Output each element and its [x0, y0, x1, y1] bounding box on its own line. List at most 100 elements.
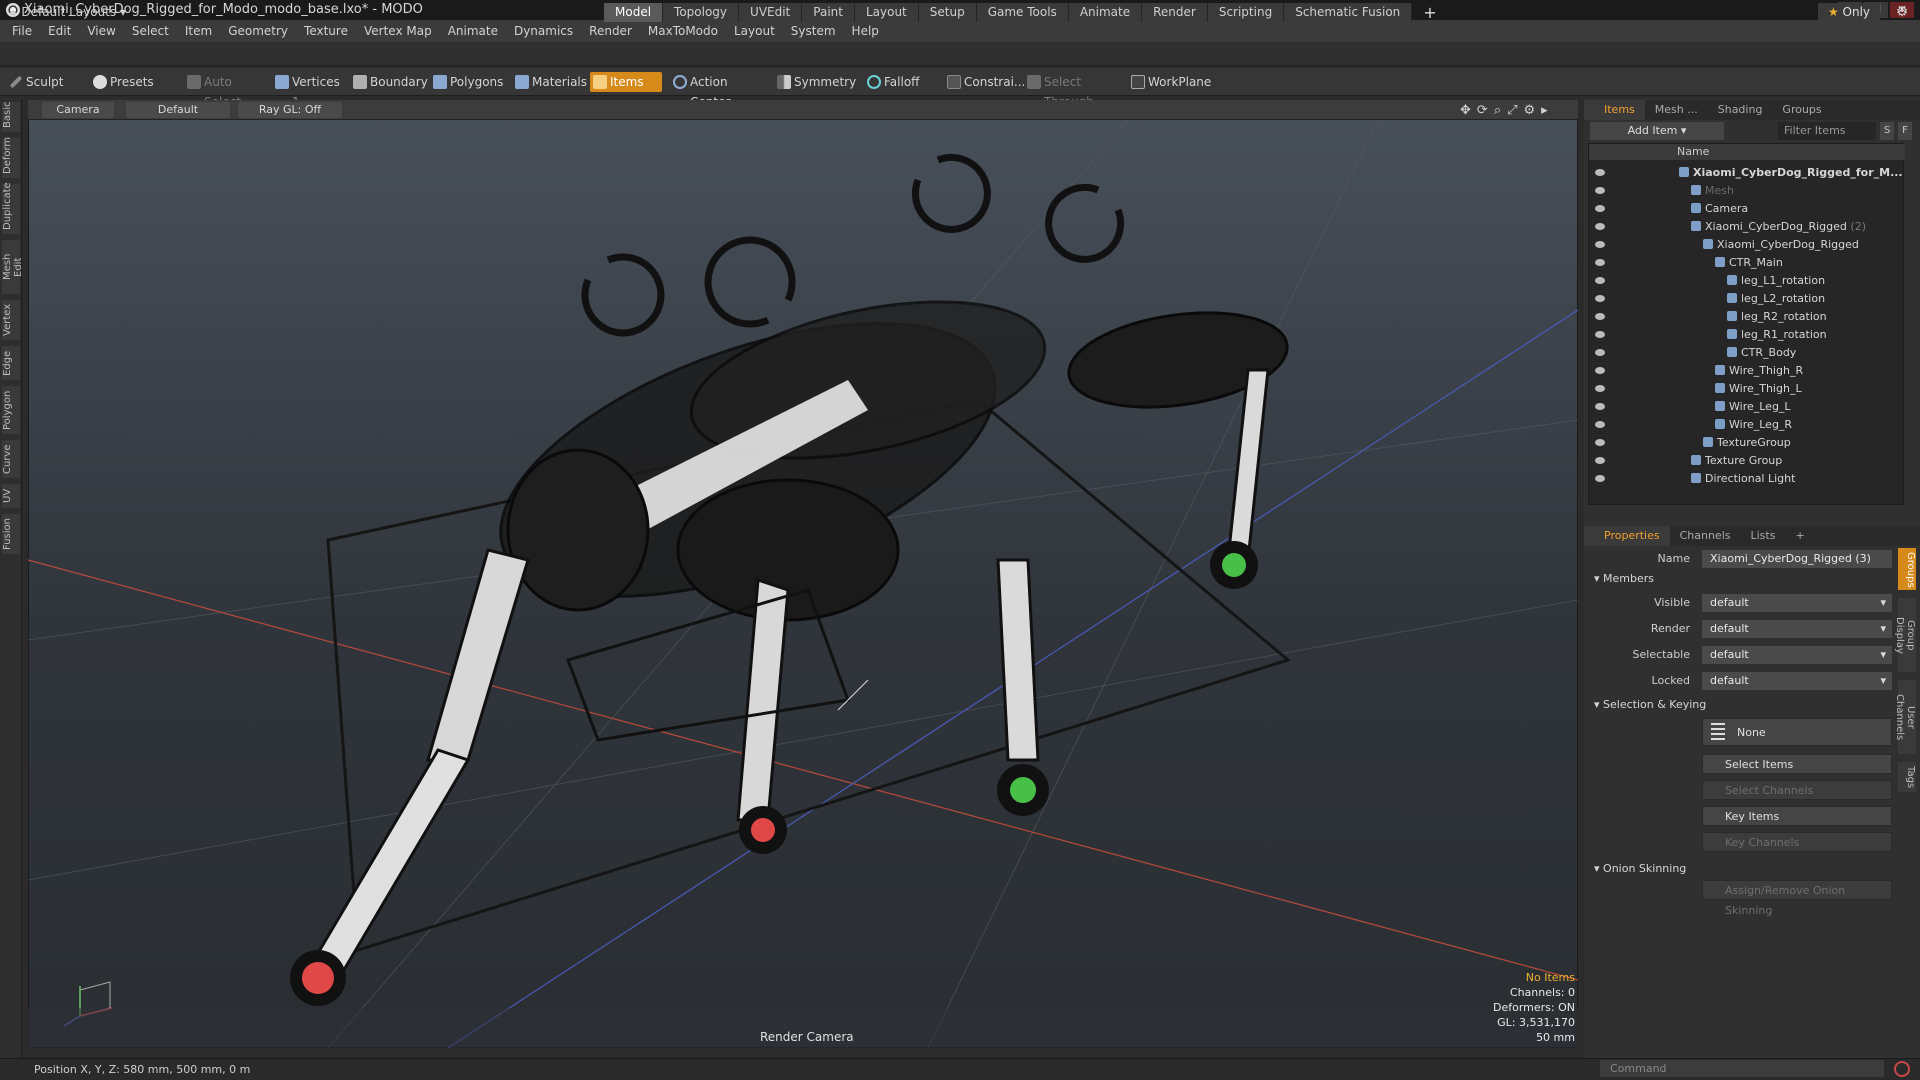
add-tab-button[interactable]: +: [1412, 3, 1447, 22]
tab-properties[interactable]: Properties: [1584, 526, 1670, 546]
selectable-select[interactable]: default ▾: [1702, 646, 1892, 664]
eye-icon[interactable]: [1595, 349, 1605, 356]
tab-game-tools[interactable]: Game Tools: [976, 3, 1069, 22]
members-section[interactable]: ▾ Members: [1594, 572, 1654, 585]
only-button[interactable]: ★ Only: [1818, 3, 1880, 22]
eye-icon[interactable]: [1595, 439, 1605, 446]
eye-icon[interactable]: [1595, 385, 1605, 392]
tab-uv[interactable]: UV: [2, 484, 20, 508]
onion-skinning-section[interactable]: ▾ Onion Skinning: [1594, 862, 1686, 875]
tree-row[interactable]: leg_R2_rotation: [1589, 308, 1905, 326]
tab-mesh[interactable]: Mesh ...: [1645, 100, 1708, 120]
vertices-button[interactable]: Vertices 1: [272, 72, 344, 109]
select-items-button[interactable]: Select Items: [1702, 754, 1892, 774]
gear-icon[interactable]: ⚙: [1892, 3, 1912, 22]
expand-arrow-icon[interactable]: ▸: [1541, 103, 1548, 118]
camera-selector[interactable]: Camera: [42, 102, 114, 118]
filter-items-input[interactable]: Filter Items: [1778, 122, 1876, 140]
tab-user-channels[interactable]: User Channels: [1894, 680, 1916, 754]
menu-dynamics[interactable]: Dynamics: [506, 20, 581, 42]
tab-lists[interactable]: Lists: [1741, 526, 1786, 546]
add-panel-tab-button[interactable]: +: [1785, 526, 1814, 546]
tree-row[interactable]: Wire_Leg_R: [1589, 416, 1905, 434]
symmetry-button[interactable]: Symmetry: [774, 72, 860, 92]
menu-system[interactable]: System: [783, 20, 844, 42]
eye-icon[interactable]: [1595, 277, 1605, 284]
tab-group-display[interactable]: Group Display: [1894, 598, 1916, 672]
tree-row[interactable]: Xiaomi_CyberDog_Rigged (2): [1589, 218, 1905, 236]
menu-layout[interactable]: Layout: [726, 20, 783, 42]
tree-row[interactable]: Wire_Thigh_R: [1589, 362, 1905, 380]
workplane-button[interactable]: WorkPlane: [1128, 72, 1211, 92]
menu-select[interactable]: Select: [124, 20, 177, 42]
visible-select[interactable]: default ▾: [1702, 594, 1892, 612]
tab-duplicate[interactable]: Duplicate: [2, 182, 20, 234]
tree-row[interactable]: Wire_Leg_L: [1589, 398, 1905, 416]
add-item-button[interactable]: Add Item ▾: [1590, 122, 1724, 140]
tree-row[interactable]: Texture Group: [1589, 452, 1905, 470]
tab-channels[interactable]: Channels: [1670, 526, 1741, 546]
presets-button[interactable]: Presets: [90, 72, 168, 92]
select-channels-button[interactable]: Select Channels: [1702, 780, 1892, 800]
eye-icon[interactable]: [1595, 223, 1605, 230]
tab-groups[interactable]: Groups: [1772, 100, 1831, 120]
tab-paint[interactable]: Paint: [802, 3, 855, 22]
tree-row[interactable]: Wire_Thigh_L: [1589, 380, 1905, 398]
layout-selector[interactable]: ⏶ Default Layouts ▾: [8, 3, 126, 21]
maximize-viewport-icon[interactable]: ⤢: [1507, 103, 1517, 118]
tab-curve[interactable]: Curve: [2, 440, 20, 478]
menu-maxtomodo[interactable]: MaxToModo: [640, 20, 726, 42]
eye-icon[interactable]: [1595, 331, 1605, 338]
eye-icon[interactable]: [1595, 403, 1605, 410]
menu-help[interactable]: Help: [844, 20, 887, 42]
items-button[interactable]: Items: [590, 72, 662, 92]
tab-tags[interactable]: Tags: [1898, 762, 1916, 792]
tree-row[interactable]: leg_L2_rotation: [1589, 290, 1905, 308]
zoom-icon[interactable]: ⌕: [1494, 103, 1501, 118]
menu-view[interactable]: View: [79, 20, 123, 42]
tab-render[interactable]: Render: [1142, 3, 1208, 22]
tree-row[interactable]: Directional Light: [1589, 470, 1905, 488]
tab-basic[interactable]: Basic: [2, 102, 20, 132]
menu-render[interactable]: Render: [581, 20, 640, 42]
select-through-button[interactable]: Select Through: [1024, 72, 1120, 109]
eye-icon[interactable]: [1595, 421, 1605, 428]
tree-row[interactable]: CTR_Main: [1589, 254, 1905, 272]
tree-row[interactable]: Camera: [1589, 200, 1905, 218]
menu-animate[interactable]: Animate: [440, 20, 506, 42]
tab-fusion[interactable]: Fusion: [2, 514, 20, 554]
s-button[interactable]: S: [1880, 122, 1894, 140]
tree-row[interactable]: leg_R1_rotation: [1589, 326, 1905, 344]
assign-onion-skinning-button[interactable]: Assign/Remove Onion Skinning: [1702, 880, 1892, 917]
tab-polygon[interactable]: Polygon: [2, 386, 20, 434]
raygl-toggle[interactable]: Ray GL: Off: [238, 102, 342, 118]
eye-icon[interactable]: [1595, 241, 1605, 248]
eye-icon[interactable]: [1595, 259, 1605, 266]
tab-layout[interactable]: Layout: [854, 3, 919, 22]
none-button[interactable]: None: [1702, 718, 1892, 746]
selection-keying-section[interactable]: ▾ Selection & Keying: [1594, 698, 1706, 711]
eye-icon[interactable]: [1595, 205, 1605, 212]
menu-geometry[interactable]: Geometry: [220, 20, 296, 42]
key-items-button[interactable]: Key Items: [1702, 806, 1892, 826]
eye-icon[interactable]: [1595, 169, 1605, 176]
tab-topology[interactable]: Topology: [663, 3, 740, 22]
tab-groups-side[interactable]: Groups: [1898, 548, 1916, 590]
falloff-button[interactable]: Falloff: [864, 72, 934, 92]
tab-setup[interactable]: Setup: [918, 3, 977, 22]
eye-icon[interactable]: [1595, 187, 1605, 194]
polygons-button[interactable]: Polygons: [430, 72, 503, 92]
command-input[interactable]: Command: [1600, 1060, 1884, 1077]
tab-schematic-fusion[interactable]: Schematic Fusion: [1284, 3, 1413, 22]
render-select[interactable]: default ▾: [1702, 620, 1892, 638]
tab-edge[interactable]: Edge: [2, 346, 20, 380]
record-icon[interactable]: [1894, 1061, 1910, 1077]
key-channels-button[interactable]: Key Channels: [1702, 832, 1892, 852]
tree-row[interactable]: Xiaomi_CyberDog_Rigged_for_M...: [1589, 164, 1905, 182]
menu-texture[interactable]: Texture: [296, 20, 356, 42]
tab-scripting[interactable]: Scripting: [1207, 3, 1285, 22]
tree-row[interactable]: CTR_Body: [1589, 344, 1905, 362]
materials-button[interactable]: Materials: [512, 72, 587, 92]
action-center-button[interactable]: Action Center: [670, 72, 770, 109]
tree-row[interactable]: Xiaomi_CyberDog_Rigged: [1589, 236, 1905, 254]
